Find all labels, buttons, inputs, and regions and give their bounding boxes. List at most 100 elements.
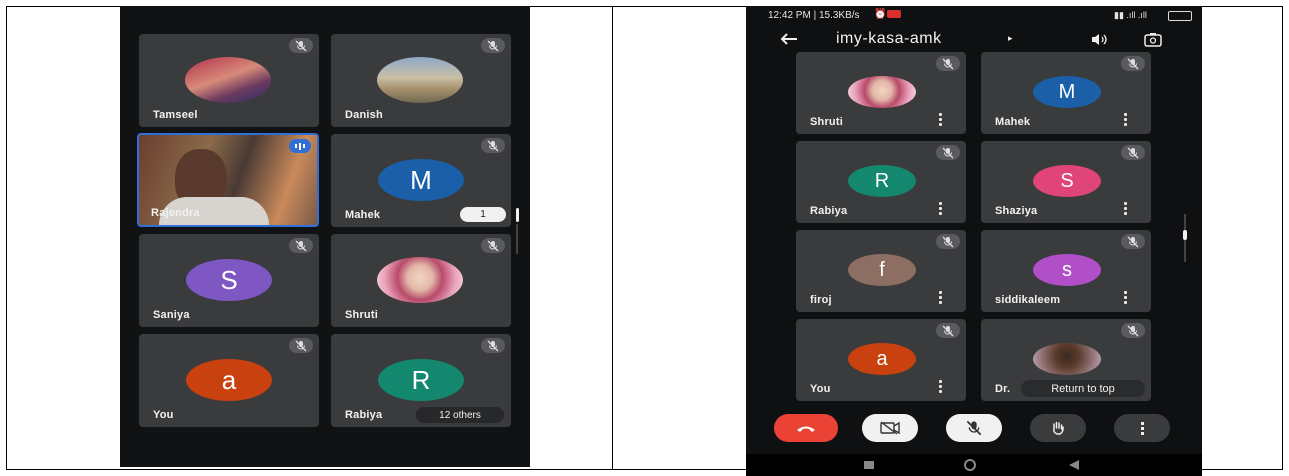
speaking-indicator-icon (289, 139, 311, 153)
more-vert-icon[interactable] (1124, 291, 1127, 304)
participant-tile-self[interactable]: a You (796, 319, 966, 401)
more-vert-icon[interactable] (939, 291, 942, 304)
participant-name: Rabiya (345, 409, 383, 421)
participant-tile[interactable]: S Shaziya (981, 141, 1151, 223)
participant-name: Rajendra (151, 207, 200, 219)
signal-icon: ▮▮ .ıll .ıll (1114, 10, 1147, 20)
meeting-code[interactable]: imy-kasa-amk (836, 30, 942, 48)
participant-tile[interactable]: Dr. Return to top (981, 319, 1151, 401)
mic-muted-icon (481, 238, 505, 253)
mic-off-icon (966, 420, 982, 436)
notification-icon (887, 10, 901, 18)
right-meeting-screen: 12:42 PM | 15.3KB/s ⏰ ▮▮ .ıll .ıll imy-k… (746, 6, 1202, 476)
mic-muted-icon (936, 323, 960, 338)
scrollbar-thumb[interactable] (516, 208, 519, 222)
mic-muted-icon (936, 56, 960, 71)
mic-muted-icon (1121, 323, 1145, 338)
status-bar: 12:42 PM | 15.3KB/s ⏰ ▮▮ .ıll .ıll (746, 6, 1202, 24)
participant-tile[interactable]: f firoj (796, 230, 966, 312)
raise-hand-button[interactable] (1030, 414, 1086, 442)
participant-avatar: M (378, 159, 464, 201)
others-count-button[interactable]: 12 others (416, 407, 504, 423)
participant-tile[interactable]: s siddikaleem (981, 230, 1151, 312)
scrollbar-track (516, 224, 518, 254)
participant-avatar: S (186, 259, 272, 301)
participant-tile[interactable]: R Rabiya (796, 141, 966, 223)
participant-tile[interactable]: Shruti (331, 234, 511, 327)
participant-photo (1033, 343, 1101, 375)
chevron-right-icon: ▸ (1008, 33, 1013, 43)
participant-avatar: S (1033, 165, 1101, 197)
participant-name: Shaziya (995, 205, 1038, 217)
mic-muted-icon (289, 338, 313, 353)
mic-muted-icon (936, 145, 960, 160)
meeting-header: imy-kasa-amk ▸ (746, 24, 1202, 54)
system-navigation-bar (746, 454, 1202, 476)
switch-camera-icon[interactable] (1143, 32, 1163, 47)
mic-muted-icon (481, 138, 505, 153)
home-icon[interactable] (964, 459, 976, 471)
mic-muted-icon (289, 238, 313, 253)
more-vert-icon[interactable] (939, 202, 942, 215)
participant-avatar: R (848, 165, 916, 197)
participant-name: You (810, 383, 831, 395)
participant-avatar: a (186, 359, 272, 401)
participant-name: Mahek (345, 209, 381, 221)
participant-photo (185, 57, 271, 103)
more-vert-icon (1140, 421, 1144, 435)
participant-tile[interactable]: R Rabiya 12 others (331, 334, 511, 427)
more-vert-icon[interactable] (939, 113, 942, 126)
participant-avatar: M (1033, 76, 1101, 108)
recents-icon[interactable] (864, 461, 874, 469)
more-vert-icon[interactable] (1124, 202, 1127, 215)
participant-name: Saniya (153, 309, 190, 321)
participant-name: Danish (345, 109, 383, 121)
mic-muted-icon (481, 338, 505, 353)
unread-count-badge[interactable]: 1 (460, 207, 506, 222)
participant-name: Shruti (810, 116, 843, 128)
camera-off-icon (880, 421, 900, 435)
microphone-toggle-button[interactable] (946, 414, 1002, 442)
participant-name: siddikaleem (995, 294, 1061, 306)
participant-tile-self[interactable]: a You (139, 334, 319, 427)
camera-toggle-button[interactable] (862, 414, 918, 442)
raise-hand-icon (1053, 421, 1064, 435)
participant-avatar: f (848, 254, 916, 286)
mic-muted-icon (1121, 234, 1145, 249)
back-arrow-icon[interactable] (780, 33, 798, 45)
participant-avatar: s (1033, 254, 1101, 286)
participant-tile-active-speaker[interactable]: Rajendra (137, 133, 319, 227)
participant-tile[interactable]: Shruti (796, 52, 966, 134)
participant-photo (848, 76, 916, 108)
phone-hangup-icon (797, 426, 815, 432)
participant-tile[interactable]: Danish (331, 34, 511, 127)
participant-name: Dr. (995, 383, 1011, 395)
participant-name: Shruti (345, 309, 378, 321)
status-time: 12:42 PM | 15.3KB/s (768, 10, 860, 21)
speaker-icon[interactable] (1091, 33, 1109, 46)
return-to-top-button[interactable]: Return to top (1021, 380, 1145, 397)
more-vert-icon[interactable] (939, 380, 942, 393)
mic-muted-icon (1121, 145, 1145, 160)
participant-name: Tamseel (153, 109, 198, 121)
more-vert-icon[interactable] (1124, 113, 1127, 126)
mic-muted-icon (481, 38, 505, 53)
panel-divider (612, 6, 613, 470)
participant-tile[interactable]: S Saniya (139, 234, 319, 327)
participant-name: Rabiya (810, 205, 848, 217)
participant-name: You (153, 409, 174, 421)
participant-avatar: a (848, 343, 916, 375)
scrollbar-thumb[interactable] (1183, 230, 1187, 240)
more-options-button[interactable] (1114, 414, 1170, 442)
alarm-icon: ⏰ (874, 9, 887, 20)
mic-muted-icon (1121, 56, 1145, 71)
participant-avatar: R (378, 359, 464, 401)
end-call-button[interactable] (774, 414, 838, 442)
participant-tile[interactable]: M Mahek (981, 52, 1151, 134)
mic-muted-icon (289, 38, 313, 53)
participant-name: firoj (810, 294, 832, 306)
participant-tile[interactable]: M Mahek 1 (331, 134, 511, 227)
back-icon[interactable] (1068, 460, 1080, 470)
participant-name: Mahek (995, 116, 1031, 128)
participant-tile[interactable]: Tamseel (139, 34, 319, 127)
